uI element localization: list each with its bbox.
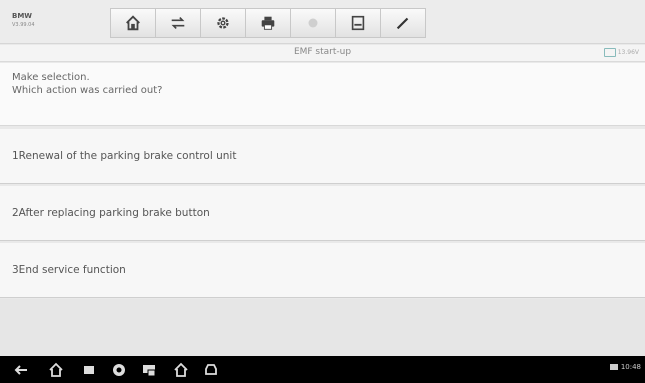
vehicle-make: BMW <box>12 12 33 20</box>
software-version: V3.99.04 <box>12 22 35 28</box>
top-toolbar: BMW V3.99.04 <box>0 0 645 44</box>
android-home-button[interactable] <box>47 361 65 379</box>
android-navigation-bar: 10:48 <box>0 356 645 383</box>
remote-desk-icon <box>143 365 156 377</box>
edit-button[interactable] <box>380 8 426 38</box>
back-button[interactable] <box>12 361 30 379</box>
car-icon <box>205 364 217 375</box>
help-icon <box>308 18 318 28</box>
home-icon <box>126 15 140 31</box>
remote-desk-button[interactable] <box>140 361 158 379</box>
vehicle-swap-button[interactable] <box>155 8 201 38</box>
maxisys-home-button[interactable] <box>110 361 128 379</box>
save-button[interactable] <box>335 8 381 38</box>
vehicle-info: BMW V3.99.04 <box>12 12 72 34</box>
home-button[interactable] <box>110 8 156 38</box>
settings-icon <box>217 17 229 29</box>
function-title-bar: EMF start-up 13.96V <box>0 45 645 62</box>
maxisys-icon <box>113 364 125 376</box>
voltage-value: 13.96V <box>617 49 639 56</box>
prompt-line-2: Which action was carried out? <box>12 85 163 96</box>
option-end-service-function[interactable]: 3End service function <box>0 243 645 298</box>
house-icon <box>49 362 63 377</box>
back-icon <box>14 365 27 375</box>
status-area: 10:48 <box>609 363 641 371</box>
settings-button[interactable] <box>200 8 246 38</box>
option-replace-brake-button[interactable]: 2After replacing parking brake button <box>0 186 645 241</box>
battery-icon <box>603 48 616 57</box>
toolbar-buttons <box>110 8 426 38</box>
shop-home-button[interactable] <box>172 361 190 379</box>
recent-apps-button[interactable] <box>80 361 98 379</box>
print-button[interactable] <box>245 8 291 38</box>
option-renewal-control-unit[interactable]: 1Renewal of the parking brake control un… <box>0 129 645 184</box>
help-button[interactable] <box>290 8 336 38</box>
recent-apps-icon <box>84 366 94 374</box>
prompt-line-1: Make selection. <box>12 72 90 83</box>
battery-status-icon <box>609 364 618 370</box>
selection-prompt: Make selection. Which action was carried… <box>0 63 645 126</box>
vehicle-swap-icon <box>171 17 185 29</box>
save-icon <box>351 15 365 31</box>
clock: 10:48 <box>620 363 641 371</box>
battery-voltage-indicator: 13.96V <box>603 48 639 57</box>
print-icon <box>261 16 275 30</box>
edit-icon <box>396 17 409 30</box>
shop-home-icon <box>174 362 188 377</box>
empty-area <box>0 299 645 356</box>
function-title: EMF start-up <box>293 47 352 57</box>
vehicle-button[interactable] <box>202 361 220 379</box>
